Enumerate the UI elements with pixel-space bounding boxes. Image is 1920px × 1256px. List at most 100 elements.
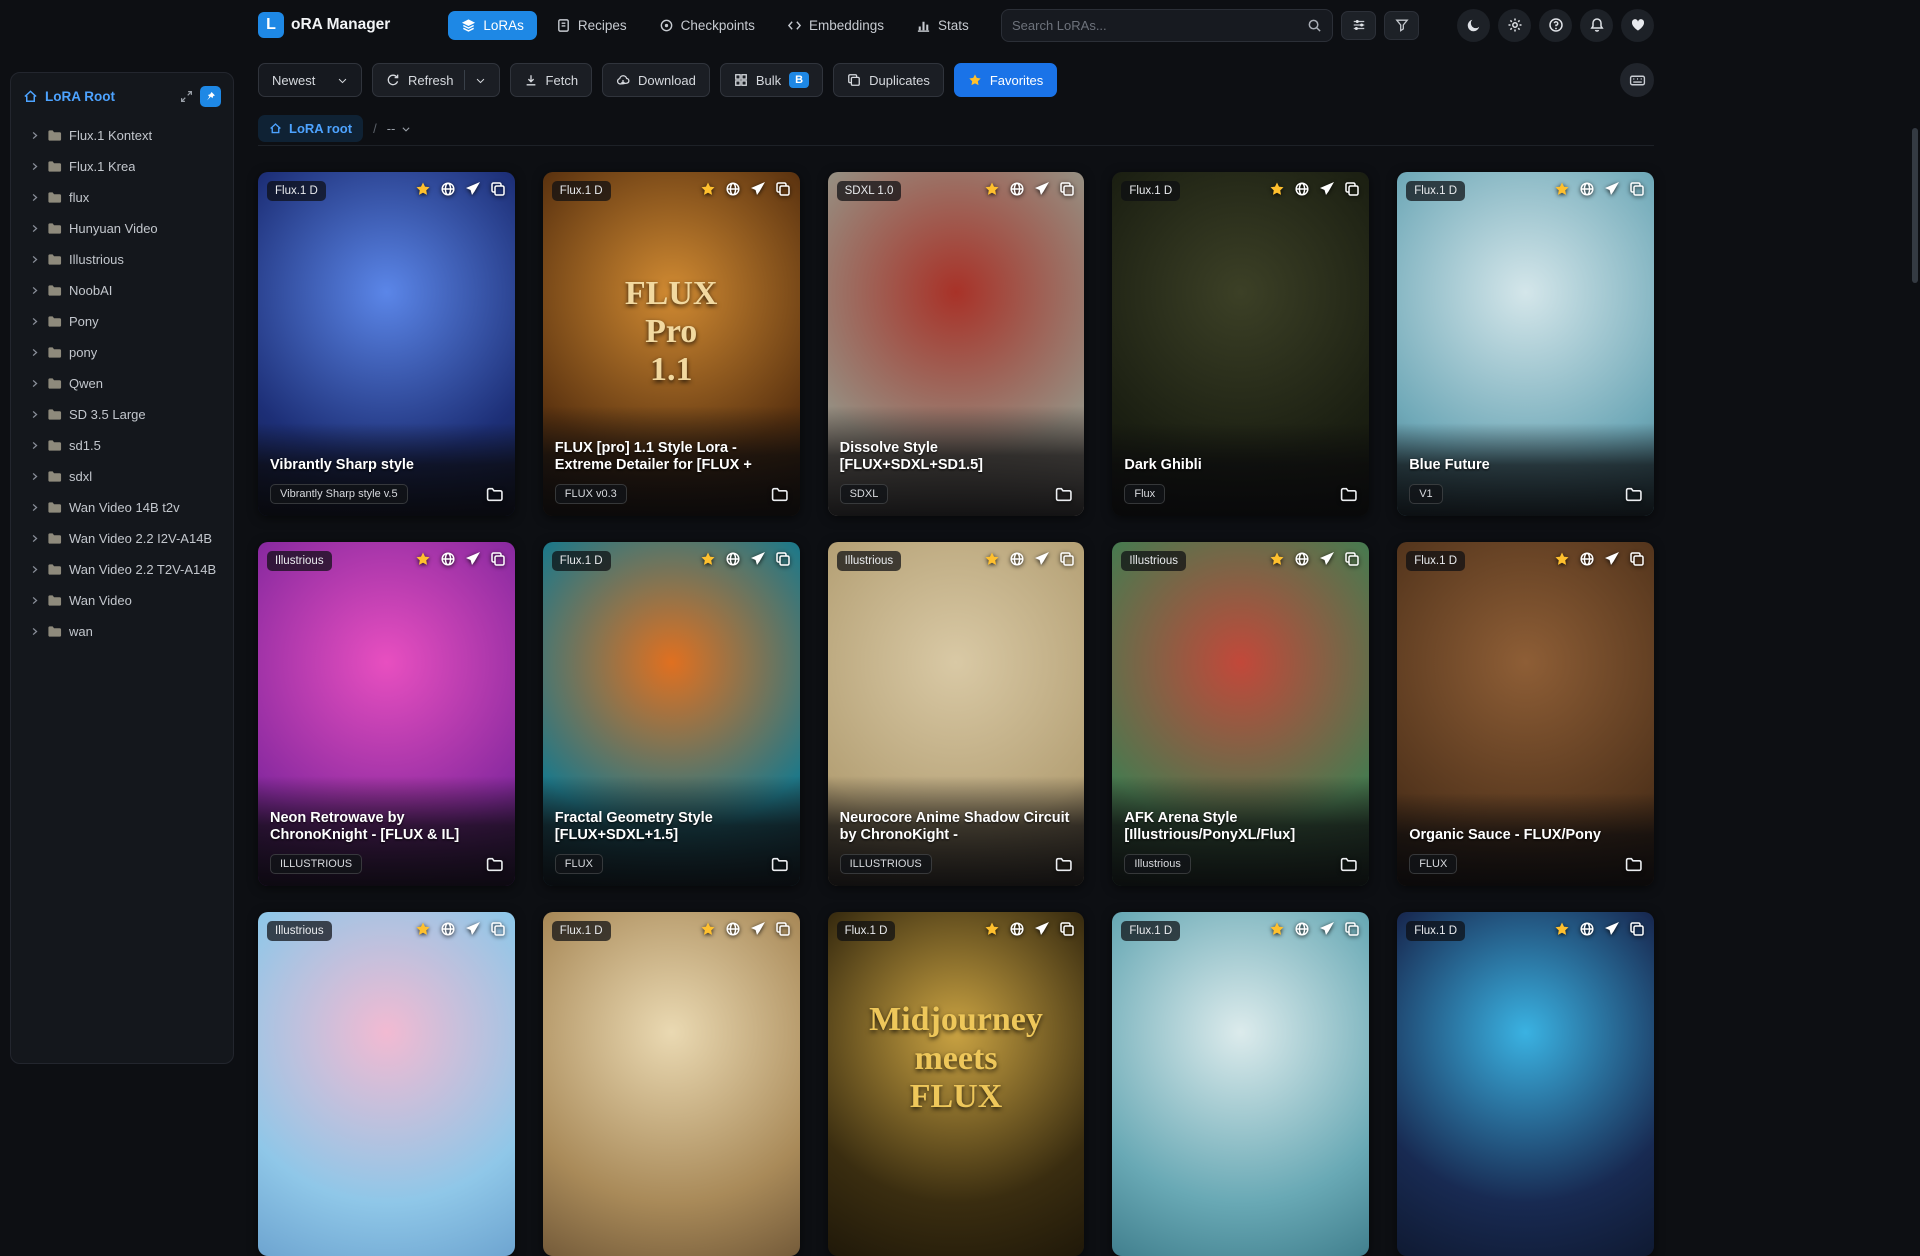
civitai-globe-icon[interactable] (1009, 181, 1025, 197)
open-folder-button[interactable] (771, 856, 788, 873)
nav-tab-embeddings[interactable]: Embeddings (774, 11, 897, 40)
copy-icon[interactable] (1629, 181, 1645, 197)
copy-icon[interactable] (1344, 921, 1360, 937)
favorite-star-icon[interactable] (1269, 181, 1285, 197)
sidebar-folder-wan-video-2-2-i2v-a14b[interactable]: Wan Video 2.2 I2V-A14B (21, 523, 223, 554)
copy-icon[interactable] (490, 551, 506, 567)
favorite-star-icon[interactable] (415, 921, 431, 937)
favorite-star-icon[interactable] (700, 921, 716, 937)
sidebar-folder-wan-video[interactable]: Wan Video (21, 585, 223, 616)
copy-icon[interactable] (1344, 181, 1360, 197)
lora-card[interactable]: Flux.1 D Organic Sauce - FLUX/Pony FLUX (1397, 542, 1654, 886)
open-folder-button[interactable] (1055, 856, 1073, 873)
filter-funnel-button[interactable] (1384, 10, 1419, 40)
lora-card[interactable]: Flux.1 D Dark Ghibli Flux (1112, 172, 1370, 516)
favorite-star-icon[interactable] (700, 551, 716, 567)
lora-card[interactable]: Illustrious Neon Retrowave by ChronoKnig… (258, 542, 515, 886)
sidebar-folder-hunyuan-video[interactable]: Hunyuan Video (21, 213, 223, 244)
favorite-star-icon[interactable] (984, 181, 1000, 197)
lora-card[interactable]: Flux.1 D (542, 912, 800, 1256)
lora-card[interactable]: Midjourney meets FLUX Flux.1 D (827, 912, 1085, 1256)
help-button[interactable] (1539, 8, 1572, 42)
chevron-down-icon[interactable] (475, 75, 486, 86)
send-icon[interactable] (1604, 921, 1620, 937)
search-icon[interactable] (1307, 18, 1322, 33)
favorite-star-icon[interactable] (415, 181, 431, 197)
civitai-globe-icon[interactable] (1579, 181, 1595, 197)
download-button[interactable]: Download (602, 63, 710, 97)
copy-icon[interactable] (490, 181, 506, 197)
breadcrumb-current[interactable]: -- (387, 121, 412, 136)
copy-icon[interactable] (490, 921, 506, 937)
send-icon[interactable] (465, 551, 481, 567)
favorites-heart-button[interactable] (1621, 8, 1654, 42)
page-scrollbar[interactable] (1912, 128, 1918, 283)
lora-card[interactable]: FLUX Pro 1.1 Flux.1 D FLUX [pro] 1.1 Style… (542, 172, 800, 516)
open-folder-button[interactable] (486, 856, 503, 873)
favorite-star-icon[interactable] (1554, 551, 1570, 567)
chevron-right-icon[interactable] (29, 471, 40, 482)
lora-card[interactable]: SDXL 1.0 Dissolve Style [FLUX+SDXL+SD1.5… (827, 172, 1085, 516)
open-folder-button[interactable] (1625, 856, 1642, 873)
civitai-globe-icon[interactable] (1579, 921, 1595, 937)
sidebar-folder-sd-3-5-large[interactable]: SD 3.5 Large (21, 399, 223, 430)
chevron-right-icon[interactable] (29, 130, 40, 141)
sidebar-folder-flux-1-kontext[interactable]: Flux.1 Kontext (21, 120, 223, 151)
breadcrumb-root[interactable]: LoRA root (258, 115, 364, 142)
send-icon[interactable] (465, 921, 481, 937)
civitai-globe-icon[interactable] (725, 181, 741, 197)
lora-card[interactable]: Flux.1 D (1112, 912, 1370, 1256)
chevron-right-icon[interactable] (29, 161, 40, 172)
copy-icon[interactable] (775, 921, 791, 937)
refresh-button[interactable]: Refresh (372, 63, 500, 97)
search-box[interactable] (1001, 8, 1333, 42)
chevron-right-icon[interactable] (29, 440, 40, 451)
lora-card[interactable]: Flux.1 D Vibrantly Sharp style Vibrantly… (258, 172, 515, 516)
civitai-globe-icon[interactable] (440, 921, 456, 937)
send-icon[interactable] (1319, 181, 1335, 197)
civitai-globe-icon[interactable] (1009, 921, 1025, 937)
copy-icon[interactable] (1059, 551, 1075, 567)
favorite-star-icon[interactable] (984, 551, 1000, 567)
favorite-star-icon[interactable] (1269, 551, 1285, 567)
sidebar-folder-sdxl[interactable]: sdxl (21, 461, 223, 492)
send-icon[interactable] (750, 551, 766, 567)
filter-sliders-button[interactable] (1341, 10, 1376, 40)
nav-tab-recipes[interactable]: Recipes (543, 11, 640, 40)
copy-icon[interactable] (775, 551, 791, 567)
sidebar-folder-wan-video-14b-t2v[interactable]: Wan Video 14B t2v (21, 492, 223, 523)
favorite-star-icon[interactable] (700, 181, 716, 197)
copy-icon[interactable] (1629, 921, 1645, 937)
lora-card[interactable]: Flux.1 D Blue Future V1 (1397, 172, 1654, 516)
civitai-globe-icon[interactable] (1009, 551, 1025, 567)
nav-tab-stats[interactable]: Stats (903, 11, 982, 40)
chevron-right-icon[interactable] (29, 533, 40, 544)
send-icon[interactable] (1604, 551, 1620, 567)
chevron-right-icon[interactable] (29, 223, 40, 234)
expand-tree-button[interactable] (180, 90, 193, 103)
keyboard-shortcuts-button[interactable] (1620, 63, 1654, 97)
send-icon[interactable] (1034, 181, 1050, 197)
lora-card[interactable]: Illustrious Neurocore Anime Shadow Circu… (827, 542, 1085, 886)
send-icon[interactable] (1034, 921, 1050, 937)
sidebar-folder-noobai[interactable]: NoobAI (21, 275, 223, 306)
duplicates-button[interactable]: Duplicates (833, 63, 944, 97)
chevron-right-icon[interactable] (29, 347, 40, 358)
civitai-globe-icon[interactable] (440, 551, 456, 567)
send-icon[interactable] (750, 181, 766, 197)
send-icon[interactable] (1319, 921, 1335, 937)
sidebar-root-label[interactable]: LoRA Root (45, 89, 173, 104)
nav-tab-loras[interactable]: LoRAs (448, 10, 537, 40)
fetch-button[interactable]: Fetch (509, 63, 593, 97)
search-input[interactable] (1012, 17, 1307, 33)
send-icon[interactable] (750, 921, 766, 937)
civitai-globe-icon[interactable] (1579, 551, 1595, 567)
sidebar-folder-sd1-5[interactable]: sd1.5 (21, 430, 223, 461)
bulk-button[interactable]: Bulk B (719, 63, 824, 97)
favorites-filter-button[interactable]: Favorites (953, 63, 1058, 97)
sort-select[interactable]: Newest (258, 63, 362, 97)
sidebar-folder-pony[interactable]: Pony (21, 306, 223, 337)
copy-icon[interactable] (775, 181, 791, 197)
send-icon[interactable] (1319, 551, 1335, 567)
lora-card[interactable]: Illustrious (258, 912, 515, 1256)
